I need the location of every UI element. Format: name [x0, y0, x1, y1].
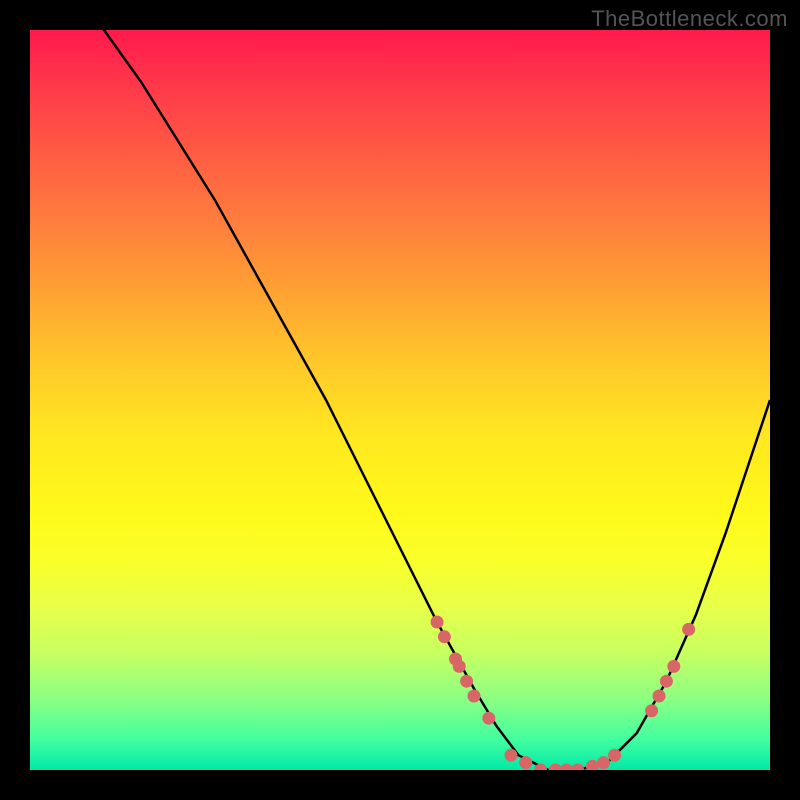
data-marker — [468, 690, 481, 703]
data-markers — [431, 616, 696, 771]
data-marker — [460, 675, 473, 688]
data-marker — [571, 764, 584, 771]
data-marker — [608, 749, 621, 762]
data-marker — [549, 764, 562, 771]
curve-path — [30, 30, 770, 770]
chart-gradient-area — [30, 30, 770, 770]
data-marker — [653, 690, 666, 703]
data-marker — [645, 704, 658, 717]
data-marker — [560, 764, 573, 771]
data-marker — [505, 749, 518, 762]
data-marker — [438, 630, 451, 643]
data-marker — [519, 756, 532, 769]
bottleneck-curve-line — [30, 30, 770, 770]
data-marker — [453, 660, 466, 673]
data-marker — [682, 623, 695, 636]
watermark-text: TheBottleneck.com — [591, 6, 788, 32]
data-marker — [667, 660, 680, 673]
data-marker — [586, 760, 599, 770]
data-marker — [660, 675, 673, 688]
data-marker — [431, 616, 444, 629]
data-marker — [482, 712, 495, 725]
data-marker — [597, 756, 610, 769]
chart-svg — [30, 30, 770, 770]
